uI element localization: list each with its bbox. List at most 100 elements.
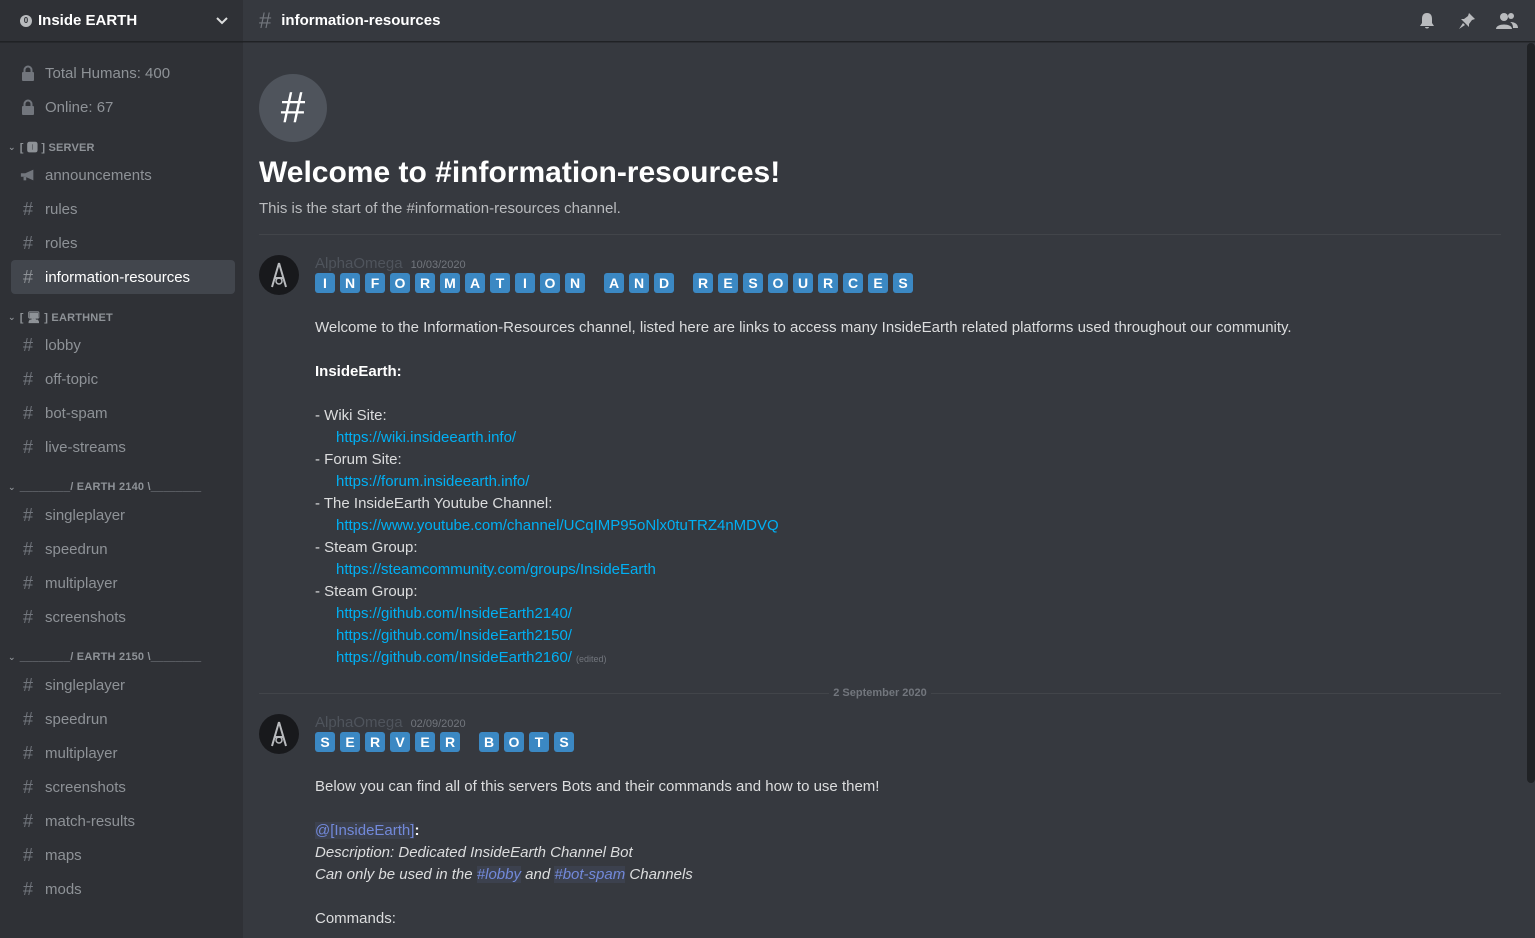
category-header[interactable]: ⌄ ________/ EARTH 2150 \________	[0, 646, 243, 668]
hash-icon: #	[22, 232, 33, 253]
link[interactable]: https://steamcommunity.com/groups/Inside…	[336, 561, 656, 578]
letter-emoji: D	[654, 273, 674, 293]
channel-label: singleplayer	[45, 676, 126, 694]
welcome-title: Welcome to #information-resources!	[259, 156, 781, 189]
chevron-down-icon[interactable]	[215, 13, 229, 29]
bell-icon[interactable]	[1415, 9, 1439, 33]
date-separator-label: 2 September 2020	[829, 687, 931, 699]
channel-mention-lobby[interactable]: #lobby	[476, 866, 521, 883]
avatar[interactable]	[259, 255, 299, 295]
channel-mention-bot-spam[interactable]: #bot-spam	[554, 866, 626, 883]
channel-label: multiplayer	[45, 574, 118, 592]
hash-icon: #	[22, 266, 33, 287]
role-mention[interactable]: @[InsideEarth]	[315, 822, 415, 839]
sidebar-item-singleplayer[interactable]: # singleplayer	[11, 498, 235, 532]
link[interactable]: https://github.com/InsideEarth2160/	[336, 649, 572, 666]
chevron-down-icon[interactable]: ⌄	[8, 312, 16, 323]
channel-label: rules	[45, 200, 78, 218]
hash-icon: #	[22, 708, 33, 729]
letter-emoji: N	[629, 273, 649, 293]
message-pane[interactable]: # Welcome to #information-resources! Thi…	[243, 43, 1527, 938]
sidebar-item-information-resources[interactable]: # information-resources	[11, 260, 235, 294]
letter-emoji: V	[390, 732, 410, 752]
sidebar-item-match-results[interactable]: # match-results	[11, 804, 235, 838]
sidebar-item-bot-spam[interactable]: # bot-spam	[11, 396, 235, 430]
sidebar-item-lobby[interactable]: # lobby	[11, 328, 235, 362]
message-list: AlphaOmega 10/03/2020 I N F O R M A T I O N A N D R E S O U R…	[243, 255, 1527, 930]
members-icon[interactable]	[1495, 9, 1519, 33]
category-header[interactable]: ⌄[ 🅸 ] SERVER	[0, 136, 243, 158]
discord-window: 0 Inside EARTH Total Humans: 400 Online: …	[0, 0, 1535, 938]
lock-icon	[20, 65, 36, 81]
message-text: - Wiki Site:	[315, 407, 387, 424]
message-meta: AlphaOmega 10/03/2020	[315, 255, 1527, 272]
sidebar-item-live-streams[interactable]: # live-streams	[11, 430, 235, 464]
link[interactable]: https://github.com/InsideEarth2140/	[336, 605, 572, 622]
channel-label: live-streams	[45, 438, 126, 456]
sidebar-item-multiplayer[interactable]: # multiplayer	[11, 566, 235, 600]
channel-label: singleplayer	[45, 506, 126, 524]
chevron-down-icon[interactable]: ⌄	[8, 482, 16, 493]
letter-emoji: B	[479, 732, 499, 752]
channel-label: mods	[45, 880, 82, 898]
link[interactable]: https://forum.insideearth.info/	[336, 473, 529, 490]
sidebar-item-announcements[interactable]: announcements	[11, 158, 235, 192]
sidebar-item-screenshots[interactable]: # screenshots	[11, 770, 235, 804]
server-header[interactable]: 0 Inside EARTH	[0, 0, 243, 42]
message-text: Below you can find all of this servers B…	[315, 778, 880, 795]
channel-label: information-resources	[45, 268, 191, 286]
channel-sidebar: 0 Inside EARTH Total Humans: 400 Online: …	[0, 0, 243, 938]
author-name[interactable]: AlphaOmega	[315, 714, 403, 731]
letter-emoji: R	[440, 732, 460, 752]
channel-list: Total Humans: 400 Online: 67 ⌄[ 🅸 ] SERVER…	[0, 42, 243, 906]
server-name: Inside EARTH	[38, 12, 138, 29]
sidebar-item-rules[interactable]: # rules	[11, 192, 235, 226]
channel-label: bot-spam	[45, 404, 108, 422]
scrollbar[interactable]	[1527, 43, 1535, 783]
sidebar-item-speedrun[interactable]: # speedrun	[11, 532, 235, 566]
info-channel: Total Humans: 400	[11, 56, 235, 90]
hash-icon: #	[22, 844, 33, 865]
category-header[interactable]: ⌄ ________/ EARTH 2140 \________	[0, 476, 243, 498]
letter-emoji: A	[604, 273, 624, 293]
link-line: https://github.com/InsideEarth2140/	[315, 603, 1527, 625]
chevron-down-icon[interactable]: ⌄	[8, 142, 16, 153]
hash-icon: #	[22, 606, 33, 627]
category-header[interactable]: ⌄[ 🖥 ] EARTHNET	[0, 306, 243, 328]
sidebar-item-roles[interactable]: # roles	[11, 226, 235, 260]
avatar[interactable]	[259, 714, 299, 754]
message-meta: AlphaOmega 02/09/2020	[315, 714, 1527, 731]
sidebar-item-off-topic[interactable]: # off-topic	[11, 362, 235, 396]
hash-icon: #	[259, 7, 272, 33]
link[interactable]: https://www.youtube.com/channel/UCqIMP95…	[336, 517, 779, 534]
channel-label: multiplayer	[45, 744, 118, 762]
link-line: https://forum.insideearth.info/	[315, 471, 1527, 493]
megaphone-icon	[20, 168, 36, 182]
message: AlphaOmega 02/09/2020 S E R V E R B O T S Below you …	[243, 714, 1527, 930]
sidebar-item-singleplayer[interactable]: # singleplayer	[11, 668, 235, 702]
sidebar-item-speedrun[interactable]: # speedrun	[11, 702, 235, 736]
author-name[interactable]: AlphaOmega	[315, 255, 403, 272]
category-label: [ 🅸 ] SERVER	[19, 142, 95, 154]
pin-icon[interactable]	[1455, 9, 1479, 33]
letter-emoji: S	[315, 732, 335, 752]
colon: :	[414, 822, 420, 839]
emoji-banner: SERVERBOTS	[315, 732, 1527, 754]
sidebar-item-screenshots[interactable]: # screenshots	[11, 600, 235, 634]
letter-emoji: S	[743, 273, 763, 293]
edited-tag: (edited)	[575, 654, 607, 664]
sidebar-item-mods[interactable]: # mods	[11, 872, 235, 906]
sidebar-item-maps[interactable]: # maps	[11, 838, 235, 872]
link-line: https://github.com/InsideEarth2160/(edit…	[315, 647, 1527, 670]
chevron-down-icon[interactable]: ⌄	[8, 652, 16, 663]
letter-emoji: M	[440, 273, 460, 293]
link[interactable]: https://wiki.insideearth.info/	[336, 429, 516, 446]
hash-icon: #	[22, 504, 33, 525]
sidebar-item-multiplayer[interactable]: # multiplayer	[11, 736, 235, 770]
letter-emoji: R	[365, 732, 385, 752]
letter-emoji: T	[529, 732, 549, 752]
link[interactable]: https://github.com/InsideEarth2150/	[336, 627, 572, 644]
